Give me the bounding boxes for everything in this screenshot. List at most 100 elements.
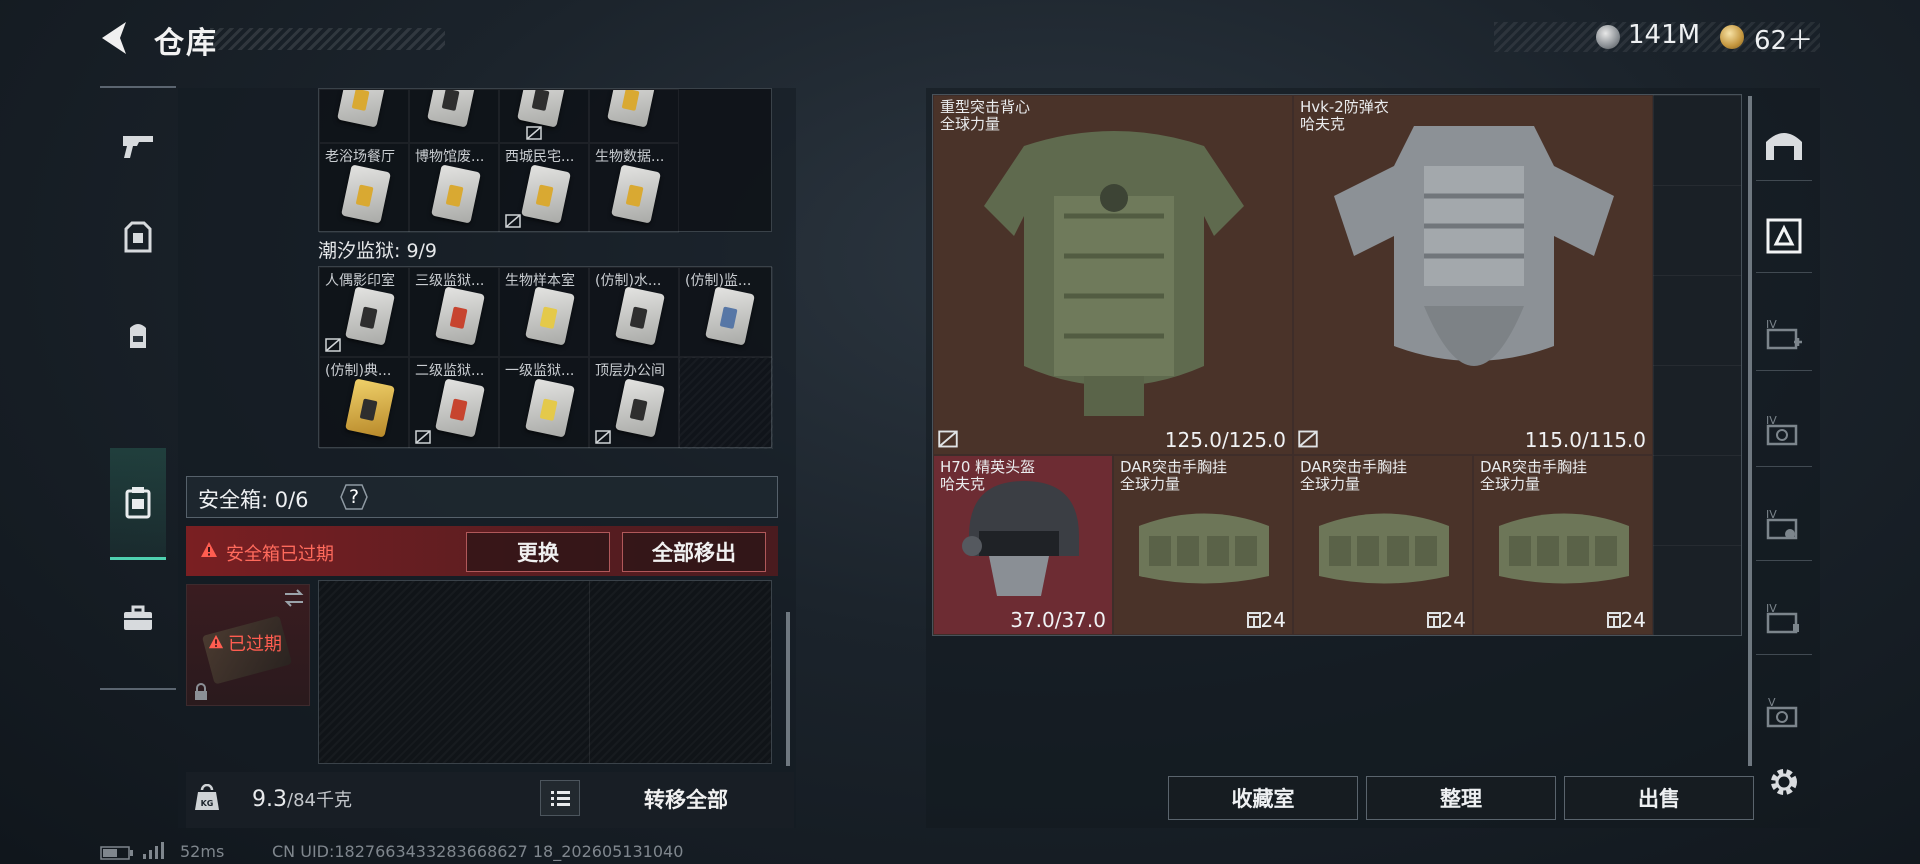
sort-button[interactable]: 整理	[1366, 776, 1556, 820]
left-scrollbar[interactable]	[786, 612, 790, 766]
item-name: DAR突击手胸挂 全球力量	[1480, 458, 1587, 493]
stash-item-dar-chest-rig[interactable]: DAR突击手胸挂 全球力量 24	[1473, 455, 1653, 635]
grid-cell[interactable]	[319, 89, 409, 143]
key-card-item[interactable]: (仿制)典...	[319, 357, 409, 449]
chest-rig-image	[1139, 513, 1269, 584]
weight-capacity: /84千克	[287, 790, 352, 811]
key-card-label: 老浴场餐厅	[325, 149, 395, 165]
armor-icon	[124, 221, 152, 259]
safe-box-icon	[124, 485, 152, 523]
key-card-item[interactable]: 西城民宅...	[499, 143, 589, 233]
medical-tab-icon: IV	[1766, 318, 1802, 350]
key-card-item[interactable]: 人偶影印室	[319, 267, 409, 357]
uid-text: CN UID:1827663433283668627 18_2026051310…	[272, 842, 684, 861]
list-icon	[551, 791, 570, 806]
item-name: DAR突击手胸挂 全球力量	[1300, 458, 1407, 493]
no-trade-icon	[325, 338, 341, 352]
safe-box-expired-warning: 安全箱已过期	[226, 544, 334, 565]
stash-tab-iv-ammo[interactable]: IV	[1760, 406, 1808, 454]
key-card-label: 二级监狱...	[415, 363, 485, 379]
grid-cell[interactable]	[409, 89, 499, 143]
stash-tab-main[interactable]	[1760, 120, 1808, 168]
chest-rig-image	[1319, 513, 1449, 584]
grid-capacity-icon	[1426, 612, 1441, 628]
sell-button[interactable]: 出售	[1564, 776, 1754, 820]
weight-value: 9.3/84千克	[252, 786, 352, 812]
gold-coin-icon	[1720, 25, 1744, 49]
tools-tab-icon: IV	[1766, 508, 1798, 540]
key-card-grid-top: 老浴场餐厅 博物馆废... 西城民宅... 生物数据...	[318, 88, 772, 233]
storage-tab-icon: IV	[1766, 602, 1799, 634]
ping-text: 52ms	[180, 842, 225, 861]
warning-icon	[200, 541, 218, 563]
body-armor-image	[1334, 126, 1614, 366]
list-view-button[interactable]	[540, 780, 580, 816]
transfer-all-button[interactable]: 转移全部	[600, 778, 772, 820]
silver-coin-icon	[1596, 25, 1620, 49]
help-button[interactable]: ?	[340, 484, 368, 510]
gear-icon	[1771, 769, 1797, 795]
key-card-item[interactable]: 老浴场餐厅	[319, 143, 409, 233]
gun-icon	[121, 132, 155, 164]
key-card-item[interactable]: 二级监狱...	[409, 357, 499, 449]
key-card-item[interactable]: 生物数据...	[589, 143, 679, 233]
silver-currency-amount: 141M	[1628, 20, 1701, 50]
key-card-item[interactable]: (仿制)监...	[679, 267, 773, 357]
stash-tab-iv-tools[interactable]: IV	[1760, 500, 1808, 548]
page-title: 仓库	[154, 26, 218, 61]
collection-room-button[interactable]: 收藏室	[1168, 776, 1358, 820]
durability: 115.0/115.0	[1524, 428, 1646, 452]
back-arrow-icon[interactable]	[96, 18, 136, 58]
svg-text:KG: KG	[201, 799, 214, 808]
remove-all-button[interactable]: 全部移出	[622, 532, 766, 572]
stash-tab-iv-storage[interactable]: IV	[1760, 594, 1808, 642]
nav-safe-box[interactable]	[110, 476, 166, 532]
empty-grid-cell[interactable]	[679, 357, 773, 449]
settings-button[interactable]	[1766, 764, 1806, 804]
capacity: 24	[1426, 608, 1466, 632]
lock-icon	[195, 683, 207, 700]
briefcase-icon	[122, 604, 154, 636]
key-card-item[interactable]: 一级监狱...	[499, 357, 589, 449]
key-card-item[interactable]: 顶层办公间	[589, 357, 679, 449]
no-trade-icon	[526, 126, 542, 140]
grid-cell[interactable]	[589, 89, 679, 143]
title-decoration	[210, 28, 445, 50]
swap-icon[interactable]	[283, 589, 305, 607]
nav-briefcase[interactable]	[110, 592, 166, 648]
warning-icon	[208, 634, 224, 654]
no-trade-icon	[505, 214, 521, 228]
safe-box-grid[interactable]	[318, 580, 772, 764]
extra-tab-icon: V	[1766, 696, 1798, 728]
key-card-item[interactable]: 生物样本室	[499, 267, 589, 357]
nav-armor[interactable]	[110, 212, 166, 268]
stash-item-dar-chest-rig[interactable]: DAR突击手胸挂 全球力量 24	[1293, 455, 1473, 635]
durability: 37.0/37.0	[1010, 608, 1106, 632]
grid-cell[interactable]	[499, 89, 589, 143]
stash-item-heavy-vest[interactable]: 重型突击背心 全球力量 125.0/125.0	[933, 95, 1293, 455]
key-card-item[interactable]: 博物馆废...	[409, 143, 499, 233]
expired-label: 已过期	[228, 634, 282, 655]
nav-backpack[interactable]	[110, 310, 166, 366]
key-card-item[interactable]: 三级监狱...	[409, 267, 499, 357]
stash-item-hvk2-armor[interactable]: Hvk-2防弹衣 哈夫克 115.0/115.0	[1293, 95, 1653, 455]
key-card-item[interactable]: (仿制)水...	[589, 267, 679, 357]
durability: 125.0/125.0	[1164, 428, 1286, 452]
replace-button[interactable]: 更换	[466, 532, 610, 572]
stash-grid: 重型突击背心 全球力量 125.0/125.0 Hvk-2防弹衣 哈夫克 115.0…	[932, 94, 1742, 636]
no-trade-icon	[938, 430, 958, 448]
tide-prison-title: 潮汐监狱: 9/9	[318, 240, 438, 262]
stash-item-h70-helmet[interactable]: H70 精英头盔 哈夫克 37.0/37.0	[933, 455, 1113, 635]
stash-tab-v[interactable]: V	[1760, 688, 1808, 736]
ammo-tab-icon: IV	[1766, 414, 1798, 446]
grid-capacity-icon	[1606, 612, 1621, 628]
nav-weapons[interactable]	[110, 120, 166, 176]
gold-currency-amount[interactable]: 62＋	[1754, 20, 1813, 57]
stash-tab-equipment[interactable]	[1760, 212, 1808, 260]
stash-item-dar-chest-rig[interactable]: DAR突击手胸挂 全球力量 24	[1113, 455, 1293, 635]
key-card-label: 博物馆废...	[415, 149, 485, 165]
capacity: 24	[1246, 608, 1286, 632]
key-card-label: 生物数据...	[595, 149, 665, 165]
stash-tab-iv-medical[interactable]: IV	[1760, 310, 1808, 358]
no-trade-icon	[1298, 430, 1318, 448]
